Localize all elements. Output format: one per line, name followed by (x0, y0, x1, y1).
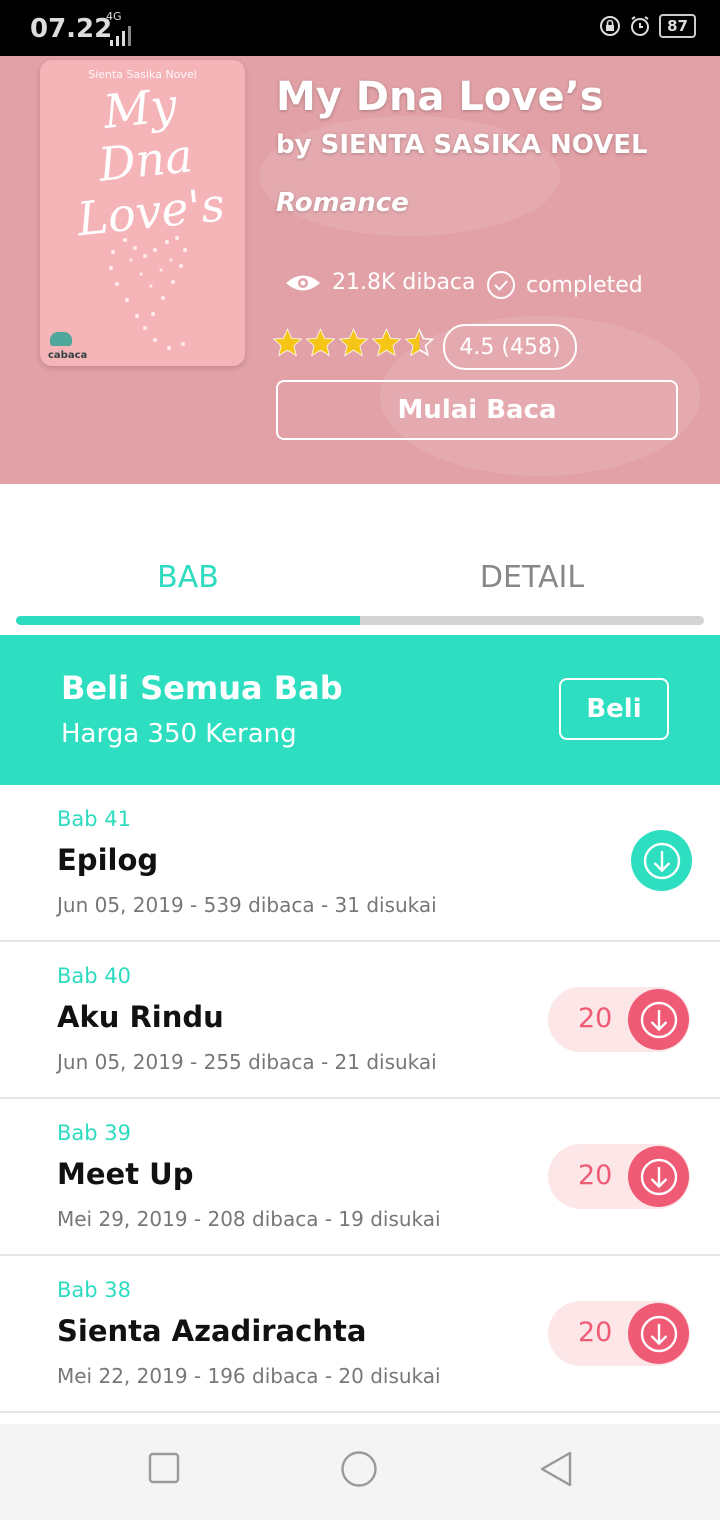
buy-all-title: Beli Semua Bab (61, 669, 343, 707)
star-icon (272, 328, 303, 357)
star-icon (371, 328, 402, 357)
alarm-icon (631, 16, 650, 36)
buy-chapter-button[interactable] (628, 1303, 689, 1364)
buy-all-price: Harga 350 Kerang (61, 719, 297, 749)
battery-indicator: 87 (659, 14, 696, 38)
chapter-price: 20 (578, 1003, 613, 1034)
status-time: 07.22 (30, 14, 113, 44)
chapter-price-pill[interactable]: 20 (548, 1301, 690, 1366)
chapter-price: 20 (578, 1317, 613, 1348)
recent-apps-icon[interactable] (148, 1452, 180, 1484)
download-icon (640, 1001, 677, 1038)
rating-badge[interactable]: 4.5 (458) (443, 324, 577, 370)
eye-icon (286, 275, 320, 290)
book-author: by SIENTA SASIKA NOVEL (276, 130, 648, 160)
system-nav-bar (0, 1424, 720, 1520)
chapter-title: Aku Rindu (57, 1000, 224, 1034)
book-status-label: completed (526, 272, 643, 298)
chapter-title: Meet Up (57, 1157, 194, 1191)
tab-indicator-active (16, 616, 360, 625)
chapter-number: Bab 38 (57, 1278, 132, 1302)
chapter-title: Epilog (57, 843, 159, 877)
chapter-item[interactable]: Bab 38 Sienta Azadirachta Mei 22, 2019 -… (0, 1256, 720, 1413)
book-title: My Dna Love’s (276, 74, 604, 120)
chapter-number: Bab 40 (57, 964, 132, 988)
buy-chapter-button[interactable] (628, 1146, 689, 1207)
buy-all-banner: Beli Semua Bab Harga 350 Kerang Beli (0, 635, 720, 785)
download-icon (643, 842, 680, 879)
book-status: completed (486, 270, 643, 300)
status-bar: 07.22 4G 87 (0, 0, 720, 56)
chapter-item[interactable]: Bab 41 Epilog Jun 05, 2019 - 539 dibaca … (0, 785, 720, 942)
home-icon[interactable] (340, 1450, 378, 1488)
chapter-meta: Mei 22, 2019 - 196 dibaca - 20 disukai (57, 1364, 441, 1388)
chapter-title: Sienta Azadirachta (57, 1314, 367, 1348)
dna-heart-art (109, 236, 187, 350)
chapter-price-pill[interactable]: 20 (548, 987, 690, 1052)
download-icon (640, 1158, 677, 1195)
download-icon (640, 1315, 677, 1352)
chapter-price-pill[interactable]: 20 (548, 1144, 690, 1209)
check-circle-icon (487, 271, 515, 299)
chapter-number: Bab 39 (57, 1121, 132, 1145)
book-genre[interactable]: Romance (276, 188, 409, 218)
star-icon (305, 328, 336, 357)
signal-icon (110, 26, 131, 46)
buy-chapter-button[interactable] (628, 989, 689, 1050)
read-count-label: 21.8K dibaca (332, 270, 476, 295)
chapter-item[interactable]: Bab 40 Aku Rindu Jun 05, 2019 - 255 diba… (0, 942, 720, 1099)
network-type: 4G (106, 10, 122, 23)
book-header: Sienta Sasika Novel My Dna Love's cabaca… (0, 56, 720, 484)
download-button[interactable] (631, 830, 692, 891)
read-count: 21.8K dibaca (284, 270, 476, 295)
back-icon[interactable] (538, 1450, 574, 1488)
cover-brand: cabaca (48, 350, 88, 361)
book-cover[interactable]: Sienta Sasika Novel My Dna Love's cabaca (40, 60, 245, 366)
lock-rotation-icon (600, 16, 621, 36)
tab-detail[interactable]: DETAIL (344, 560, 720, 595)
chapter-number: Bab 41 (57, 807, 132, 831)
cabaca-mascot-icon (50, 332, 72, 346)
star-icon (404, 328, 435, 357)
chapter-meta: Mei 29, 2019 - 208 dibaca - 19 disukai (57, 1207, 441, 1231)
chapter-meta: Jun 05, 2019 - 255 dibaca - 21 disukai (57, 1050, 437, 1074)
chapter-meta: Jun 05, 2019 - 539 dibaca - 31 disukai (57, 893, 437, 917)
rating-stars (272, 328, 435, 358)
start-reading-button[interactable]: Mulai Baca (276, 380, 678, 440)
buy-all-button[interactable]: Beli (559, 678, 669, 740)
chapter-price: 20 (578, 1160, 613, 1191)
star-icon (338, 328, 369, 357)
tab-bab[interactable]: BAB (0, 560, 376, 595)
chapter-item[interactable]: Bab 39 Meet Up Mei 29, 2019 - 208 dibaca… (0, 1099, 720, 1256)
tab-bar: BAB DETAIL (0, 540, 720, 620)
cover-title-line1: My Dna (95, 77, 196, 192)
